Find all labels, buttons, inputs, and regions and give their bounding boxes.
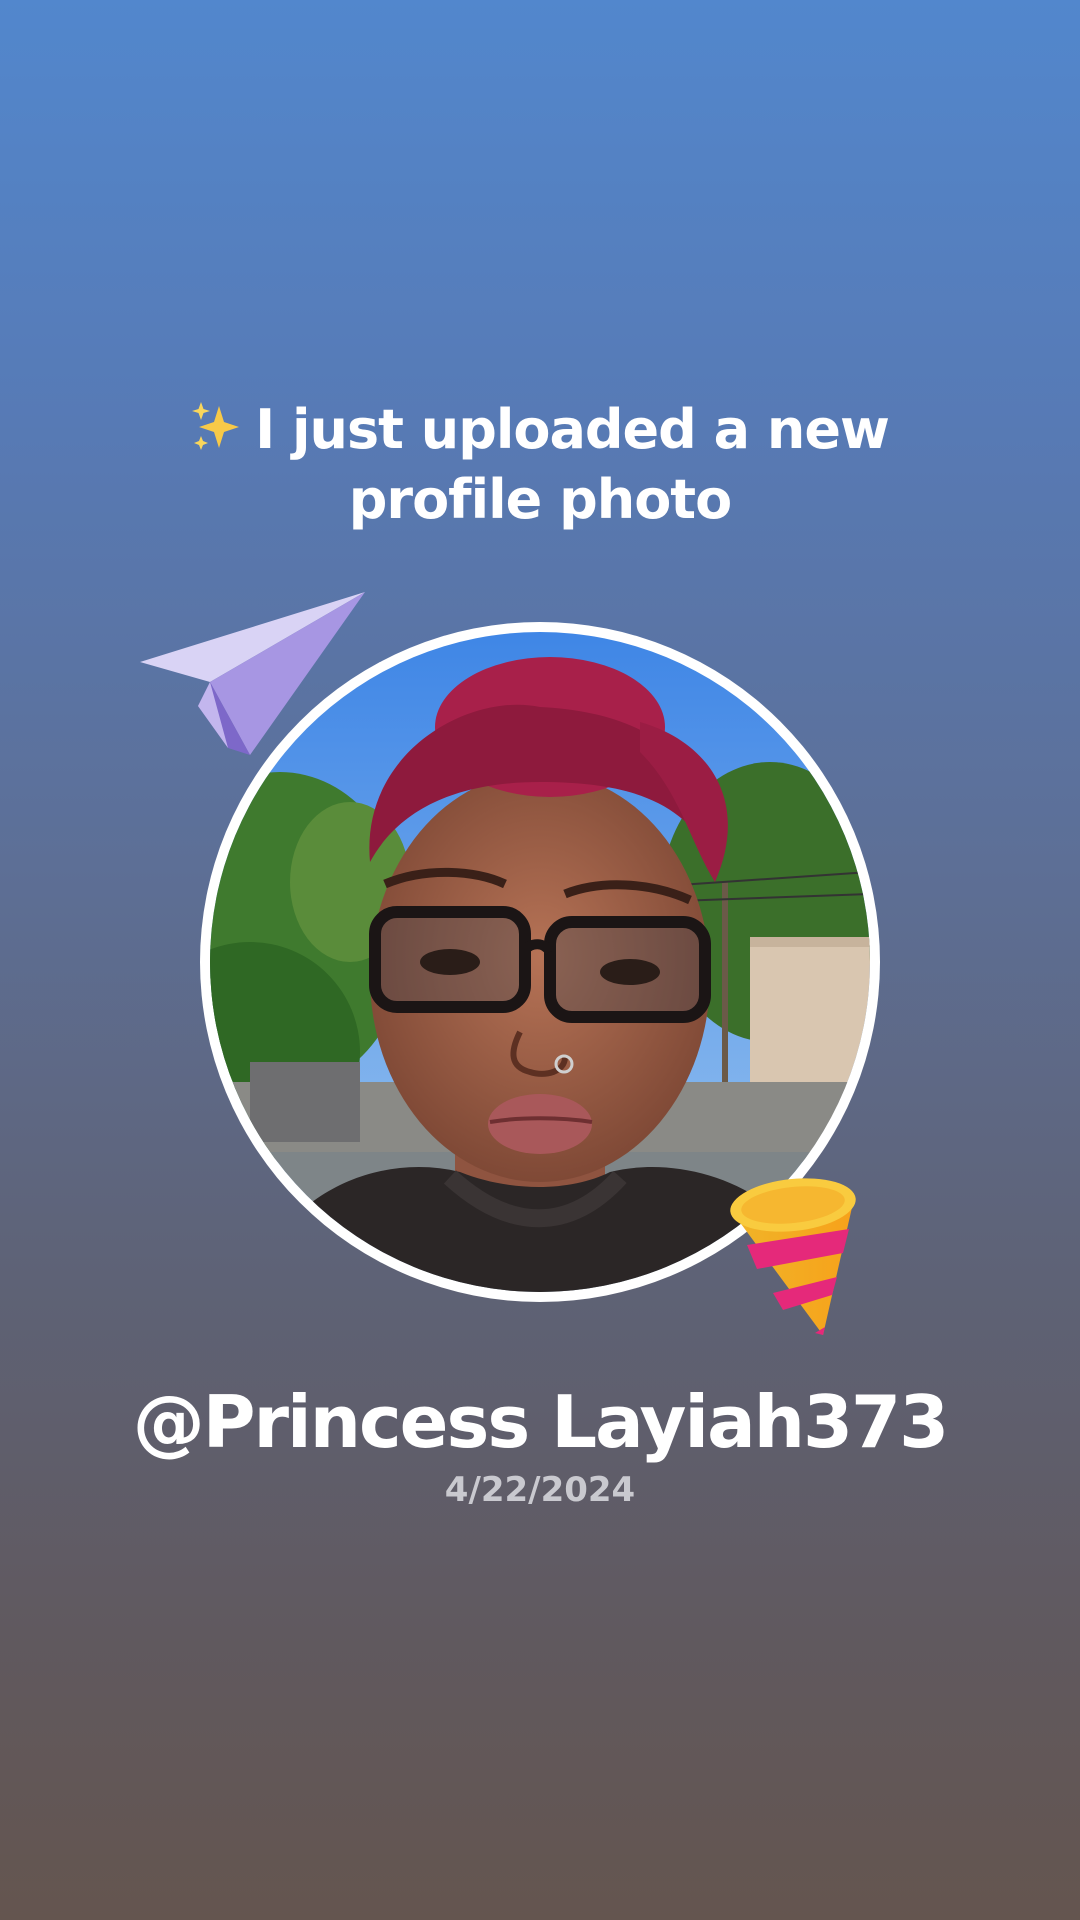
headline-text: I just uploaded a new profile photo xyxy=(255,398,890,531)
party-popper-icon xyxy=(725,1165,875,1345)
sparkles-icon xyxy=(191,400,241,452)
announcement-headline: I just uploaded a new profile photo xyxy=(140,395,940,535)
paper-plane-icon xyxy=(140,590,370,770)
username[interactable]: @Princess Layiah373 xyxy=(40,1380,1040,1464)
post-date: 4/22/2024 xyxy=(444,1470,636,1510)
